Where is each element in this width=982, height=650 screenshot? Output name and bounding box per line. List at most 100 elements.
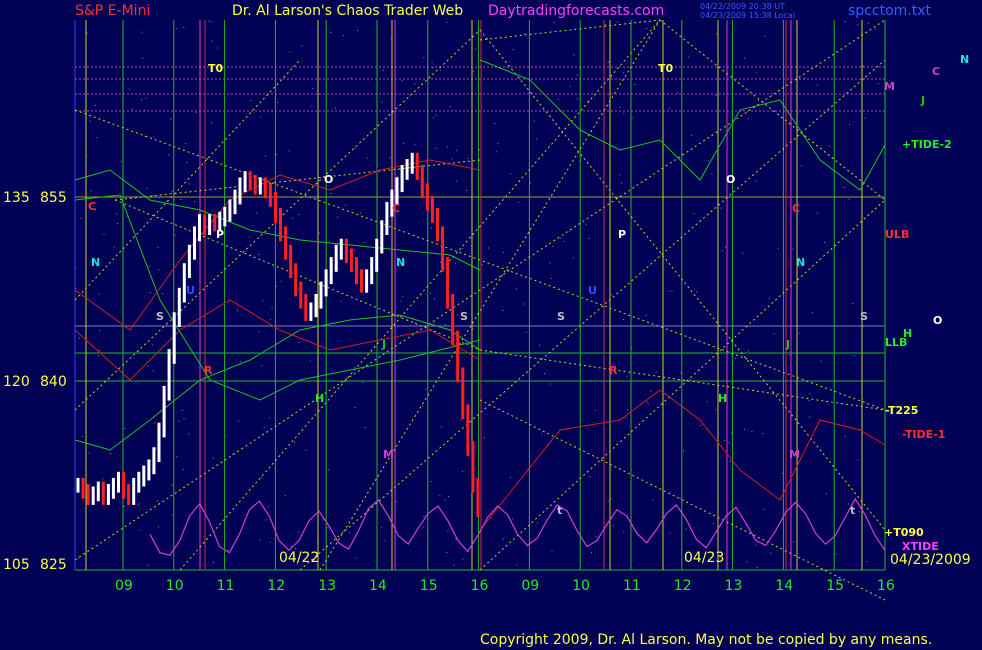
star-dot (447, 530, 449, 532)
star-dot (594, 409, 596, 411)
right-label: ULB (885, 228, 909, 241)
star-dot (175, 234, 177, 236)
star-dot (439, 69, 441, 71)
star-dot (98, 350, 100, 352)
star-dot (536, 138, 538, 140)
star-dot (271, 111, 273, 113)
star-dot (596, 536, 598, 538)
marker-N: N (396, 256, 405, 269)
star-dot (147, 365, 149, 367)
star-dot (462, 558, 464, 560)
x-tick-label: 11 (623, 578, 641, 594)
marker-S: S (156, 310, 164, 323)
star-dot (816, 84, 818, 86)
star-dot (763, 508, 765, 510)
star-dot (685, 528, 687, 530)
star-dot (451, 158, 453, 160)
star-dot (576, 98, 578, 100)
star-dot (481, 264, 483, 266)
star-dot (79, 337, 81, 339)
star-dot (265, 155, 266, 157)
star-dot (292, 217, 293, 219)
star-dot (518, 201, 520, 203)
x-tick-label: 12 (674, 578, 692, 594)
site-title[interactable]: Daytradingforecasts.com (488, 3, 664, 19)
star-dot (585, 223, 587, 225)
star-dot (335, 107, 336, 109)
star-dot (770, 552, 772, 554)
star-dot (816, 212, 818, 214)
star-dot (348, 531, 350, 533)
star-dot (631, 117, 633, 119)
star-dot (652, 499, 654, 501)
star-dot (294, 441, 295, 443)
star-dot (436, 147, 437, 149)
star-dot (762, 433, 764, 435)
star-dot (263, 427, 265, 428)
star-dot (397, 176, 399, 178)
star-dot (793, 541, 795, 543)
star-dot (298, 531, 300, 533)
star-dot (510, 476, 512, 478)
star-dot (446, 146, 448, 148)
star-dot (350, 77, 352, 79)
star-dot (655, 371, 657, 373)
star-dot (123, 506, 125, 508)
star-dot (668, 108, 670, 110)
marker-T0: T0 (208, 62, 224, 75)
star-dot (423, 515, 425, 517)
right-label: N (960, 53, 969, 66)
star-dot (788, 354, 790, 356)
star-dot (171, 484, 173, 486)
star-dot (305, 449, 307, 451)
star-dot (354, 407, 356, 408)
star-dot (533, 120, 535, 122)
star-dot (756, 567, 758, 569)
star-dot (183, 418, 185, 420)
star-dot (502, 538, 504, 540)
star-dot (381, 527, 382, 529)
star-dot (693, 213, 695, 214)
star-dot (668, 290, 670, 292)
x-tick-label: 15 (420, 578, 438, 594)
star-dot (576, 74, 578, 76)
star-dot (712, 523, 714, 525)
star-dot (178, 420, 180, 422)
star-dot (848, 198, 850, 200)
star-dot (110, 453, 111, 455)
star-dot (210, 122, 212, 124)
marker-N: N (91, 256, 100, 269)
x-tick-label: 12 (267, 578, 285, 594)
star-dot (402, 295, 403, 297)
right-label: LLB (885, 336, 907, 349)
marker-R: R (204, 364, 213, 377)
star-dot (158, 269, 160, 271)
star-dot (145, 97, 147, 99)
y-tick-a-2: 105 (3, 557, 30, 573)
star-dot (683, 450, 684, 452)
star-dot (440, 426, 442, 428)
star-dot (433, 322, 435, 324)
star-dot (311, 105, 313, 107)
star-dot (552, 246, 554, 247)
star-dot (828, 145, 830, 147)
star-dot (516, 288, 517, 290)
star-dot (103, 233, 105, 235)
star-dot (288, 150, 290, 152)
star-dot (354, 147, 356, 149)
x-tick-label: 11 (217, 578, 235, 594)
star-dot (322, 519, 324, 521)
marker-S: S (860, 310, 868, 323)
star-dot (157, 246, 159, 248)
star-dot (194, 201, 196, 202)
star-dot (384, 540, 386, 542)
star-dot (172, 190, 174, 192)
star-dot (298, 288, 300, 290)
star-dot (227, 549, 229, 551)
star-dot (157, 500, 158, 502)
star-dot (875, 28, 877, 30)
star-dot (121, 161, 122, 163)
star-dot (688, 56, 690, 58)
star-dot (431, 227, 432, 229)
marker-R: R (609, 364, 618, 377)
